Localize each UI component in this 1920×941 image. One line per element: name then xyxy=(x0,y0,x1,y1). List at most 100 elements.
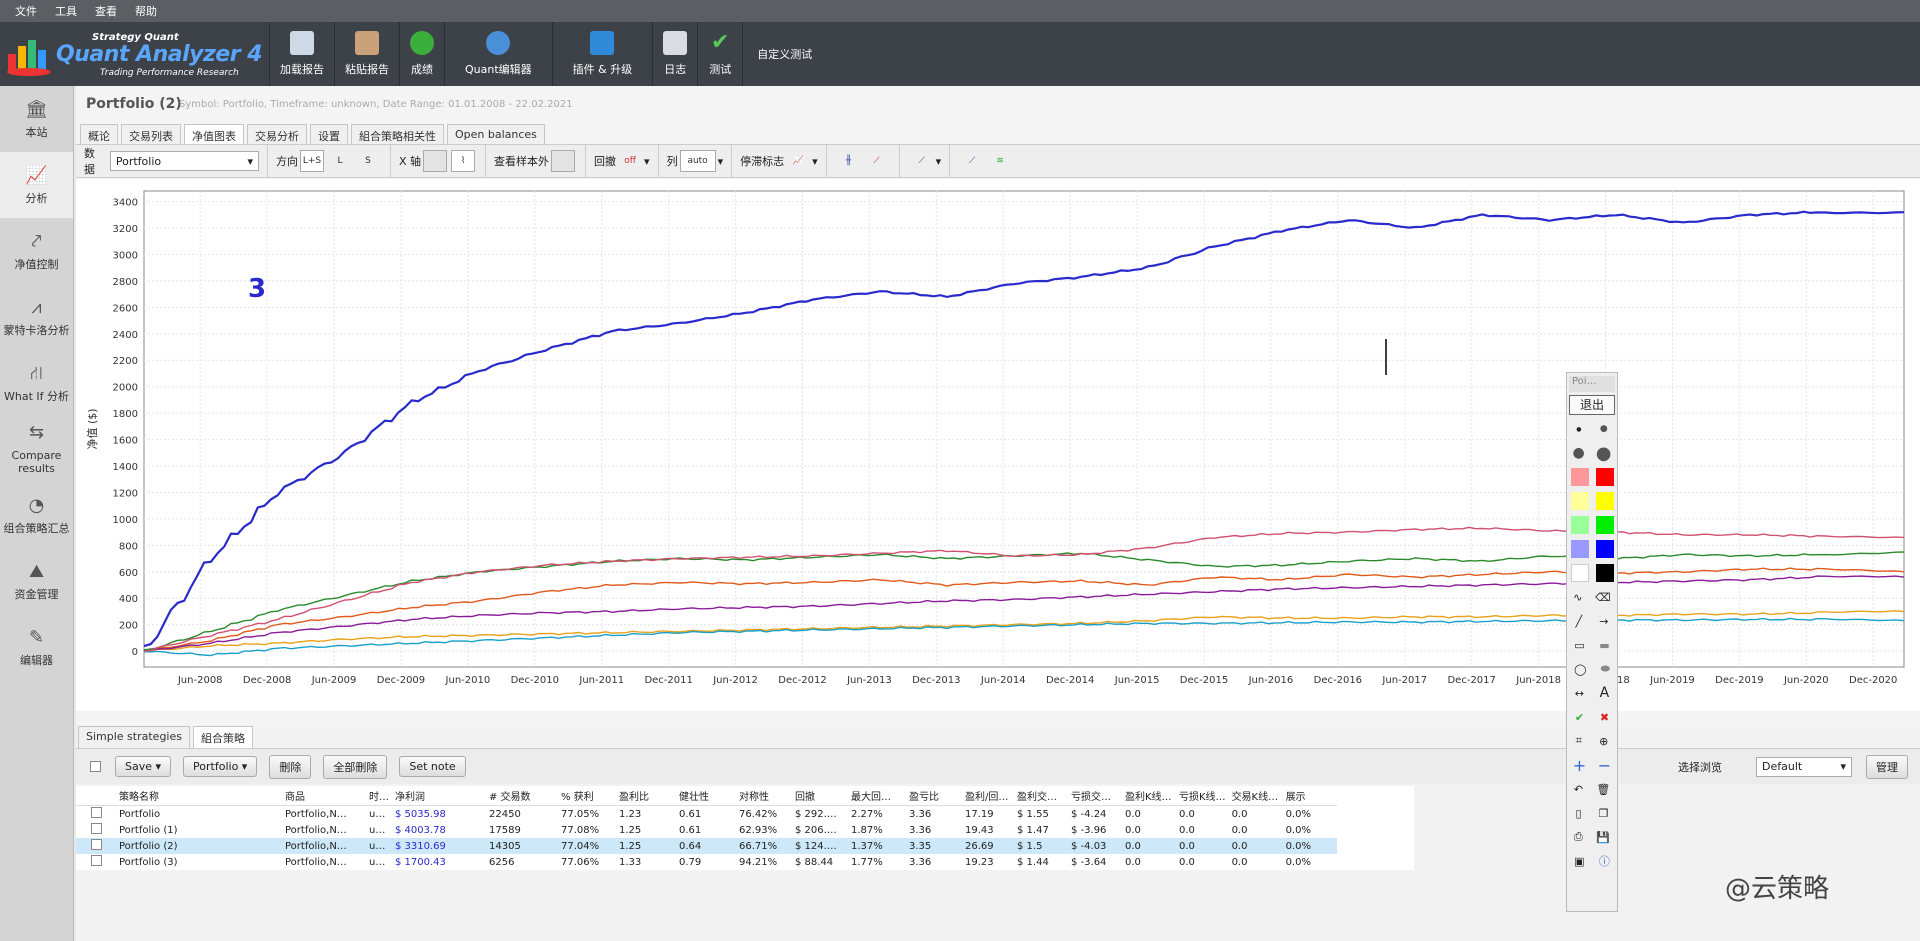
line-icon[interactable]: ╱ xyxy=(1576,615,1583,628)
column-header[interactable]: 商品 xyxy=(282,786,366,806)
menu-item[interactable]: 工具 xyxy=(55,3,77,19)
rectangle-icon[interactable]: ▭ xyxy=(1574,639,1584,652)
trash-icon[interactable]: 🗑 xyxy=(1596,783,1610,796)
arrow-icon[interactable]: → xyxy=(1599,615,1608,628)
plugins-button[interactable]: 插件 & 升级 xyxy=(553,22,654,86)
sidebar-item[interactable]: ◔ 组合策略汇总 xyxy=(0,482,73,548)
column-header[interactable]: 盈利比 xyxy=(616,786,676,806)
light-green-swatch[interactable] xyxy=(1570,516,1589,534)
stagnation-icon[interactable]: 📈 xyxy=(786,150,810,172)
blue-swatch[interactable] xyxy=(1595,540,1614,558)
table-row[interactable]: Portfolio (1) Portfolio,N… u… $ 4003.78 1758… xyxy=(76,822,1337,838)
column-header[interactable]: # 交易数 xyxy=(486,786,558,806)
set-note-button[interactable]: Set note xyxy=(399,756,466,777)
exit-button[interactable]: 退出 xyxy=(1569,395,1615,415)
confirm-icon[interactable]: ✔ xyxy=(1575,711,1584,724)
quant-editor-button[interactable]: Quant编辑器 xyxy=(445,22,553,86)
column-header[interactable]: 盈利/回… xyxy=(962,786,1014,806)
menu-item[interactable]: 文件 xyxy=(15,3,37,19)
new-page-icon[interactable]: ▯ xyxy=(1576,807,1582,820)
light-blue-swatch[interactable] xyxy=(1570,540,1589,558)
custom-test-link[interactable]: 自定义测试 xyxy=(743,22,812,86)
column-header[interactable]: 展示 xyxy=(1282,786,1337,806)
table-row[interactable]: Portfolio (3) Portfolio,N… u… $ 1700.43 6256… xyxy=(76,854,1337,870)
chevron-down-icon[interactable]: ▾ xyxy=(812,155,818,168)
xaxis-time-button[interactable]: ⌇ xyxy=(451,150,476,172)
sidebar-item[interactable]: ⛰ 资金管理 xyxy=(0,548,73,614)
menu-item[interactable]: 帮助 xyxy=(135,3,157,19)
table-row[interactable]: Portfolio Portfolio,N… u… $ 5035.98 22450 77.… xyxy=(76,806,1337,823)
copy-icon[interactable]: ❐ xyxy=(1599,807,1609,820)
manage-button[interactable]: 管理 xyxy=(1866,754,1908,779)
delete-button[interactable]: 刪除 xyxy=(269,754,312,779)
bottom-tab[interactable]: 組合策略 xyxy=(192,726,253,749)
chart-single-icon[interactable]: ⟋ xyxy=(960,150,984,172)
portfolio-button[interactable]: Portfolio ▾ xyxy=(183,756,258,777)
row-checkbox[interactable] xyxy=(90,839,102,850)
column-header[interactable]: 最大回… xyxy=(848,786,906,806)
column-header[interactable]: 对称性 xyxy=(736,786,792,806)
column-header[interactable]: 净利润 xyxy=(392,786,486,806)
sidebar-item[interactable]: ⇆ Compare results xyxy=(0,416,73,482)
data-select[interactable]: Portfolio ▾ xyxy=(109,151,259,171)
delete-all-button[interactable]: 全部刪除 xyxy=(323,754,388,779)
sidebar-item[interactable]: ⛙ What If 分析 xyxy=(0,350,73,416)
text-icon[interactable]: A xyxy=(1600,685,1610,701)
light-red-swatch[interactable] xyxy=(1570,468,1589,486)
zoom-icon[interactable]: ⊕ xyxy=(1599,735,1608,748)
sidebar-item[interactable]: ✎ 编辑器 xyxy=(0,614,73,680)
cancel-icon[interactable]: ✖ xyxy=(1600,711,1609,724)
browse-select[interactable]: Default ▾ xyxy=(1756,756,1852,777)
filled-ellipse-icon[interactable]: ⬬ xyxy=(1601,662,1610,676)
column-header[interactable]: 交易K线… xyxy=(1228,786,1283,806)
plus-icon[interactable]: + xyxy=(1573,756,1586,775)
undo-icon[interactable]: ↶ xyxy=(1574,783,1583,796)
sidebar-item[interactable]: ⩘ 蒙特卡洛分析 xyxy=(0,284,73,350)
column-header[interactable]: 盈亏比 xyxy=(906,786,962,806)
chevron-down-icon[interactable]: ▾ xyxy=(718,155,724,168)
log-button[interactable]: 日志 xyxy=(653,22,699,86)
filled-rectangle-icon[interactable]: ▬ xyxy=(1599,639,1609,652)
sidebar-item[interactable]: 🏛 本站 xyxy=(0,86,73,152)
column-header[interactable]: % 获利 xyxy=(558,786,616,806)
yellow-swatch[interactable] xyxy=(1595,492,1614,510)
light-yellow-swatch[interactable] xyxy=(1570,492,1589,510)
freehand-icon[interactable]: ∿ xyxy=(1573,591,1582,604)
chevron-down-icon[interactable]: ▾ xyxy=(936,155,942,168)
bottom-tab[interactable]: Simple strategies xyxy=(78,726,190,749)
print-icon[interactable]: ⎙ xyxy=(1574,830,1583,844)
save-button[interactable]: Save ▾ xyxy=(115,756,172,777)
chevron-down-icon[interactable]: ▾ xyxy=(644,155,650,168)
sidebar-item[interactable]: 📈 分析 xyxy=(0,152,73,218)
eraser-icon[interactable]: ⌫ xyxy=(1595,591,1611,604)
column-header[interactable]: 健壮性 xyxy=(676,786,736,806)
minus-icon[interactable]: − xyxy=(1598,756,1611,775)
direction-ls-button[interactable]: L+S xyxy=(300,150,324,172)
out-of-sample-button[interactable] xyxy=(551,150,576,172)
xlarge-dot-icon[interactable]: ● xyxy=(1596,443,1612,464)
column-header[interactable]: 时… xyxy=(366,786,392,806)
image-icon[interactable]: ▣ xyxy=(1574,855,1584,868)
row-checkbox[interactable] xyxy=(90,823,102,834)
black-swatch[interactable] xyxy=(1595,564,1614,582)
chart-lines-icon[interactable]: ⟋ xyxy=(865,150,889,172)
direction-s-button[interactable]: S xyxy=(356,150,380,172)
row-checkbox[interactable] xyxy=(90,855,102,866)
column-header[interactable]: 盈利K线… xyxy=(1122,786,1176,806)
menu-item[interactable]: 查看 xyxy=(95,3,117,19)
column-header[interactable]: 策略名称 xyxy=(116,786,282,806)
chart-multi-icon[interactable]: ≋ xyxy=(988,150,1012,172)
column-header[interactable]: 亏损K线… xyxy=(1176,786,1229,806)
column-header[interactable]: 亏损交… xyxy=(1068,786,1122,806)
test-button[interactable]: ✔ 测试 xyxy=(698,22,744,86)
crop-icon[interactable]: ⌗ xyxy=(1576,734,1582,748)
xaxis-trades-button[interactable] xyxy=(423,150,448,172)
column-header[interactable]: 回撤 xyxy=(792,786,848,806)
save-icon[interactable]: 💾 xyxy=(1596,831,1610,844)
results-button[interactable]: 成绩 xyxy=(400,22,445,86)
double-arrow-icon[interactable]: ↔ xyxy=(1575,687,1584,700)
sidebar-item[interactable]: ⤤ 净值控制 xyxy=(0,218,73,284)
column-header[interactable]: 盈利交… xyxy=(1014,786,1068,806)
drawdown-toggle-icon[interactable]: off xyxy=(618,150,642,172)
medium-dot-icon[interactable]: ● xyxy=(1600,424,1608,434)
